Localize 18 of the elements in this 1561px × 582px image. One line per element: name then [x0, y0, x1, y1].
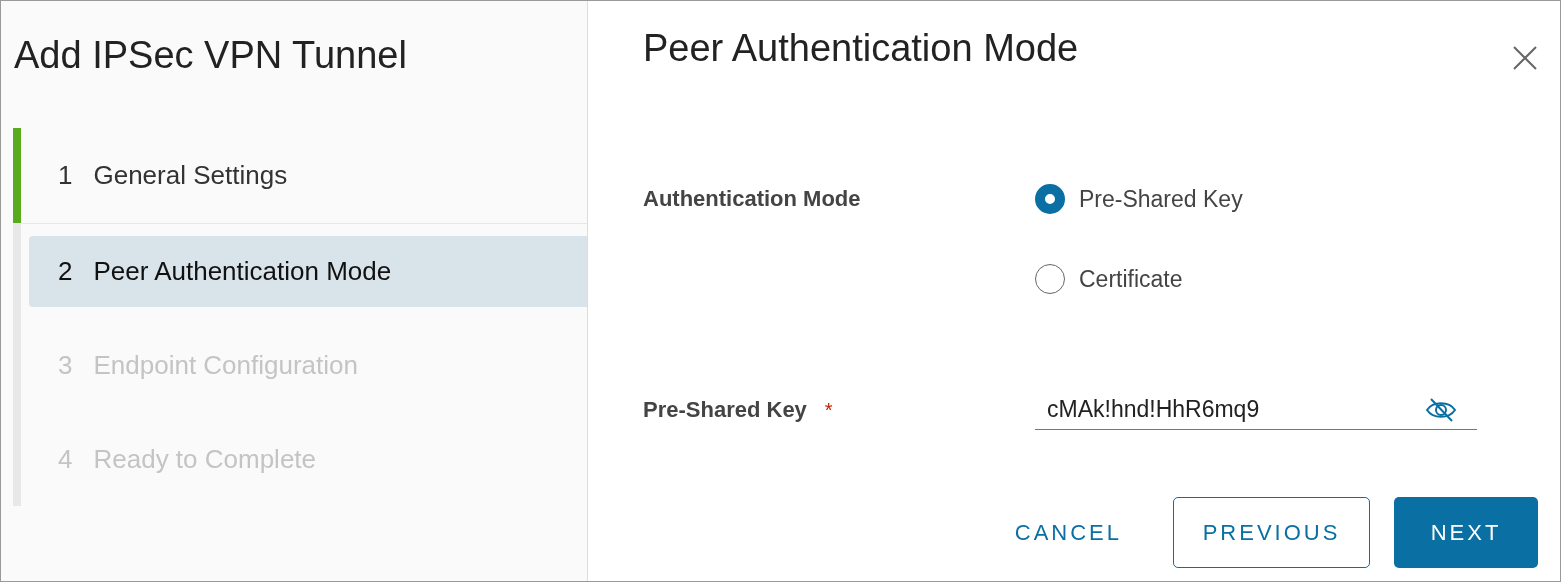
password-field[interactable]: cMAk!hnd!HhR6mq9: [1035, 390, 1477, 430]
wizard-title: Add IPSec VPN Tunnel: [13, 33, 408, 78]
required-mark: *: [824, 398, 833, 422]
radio-label[interactable]: Certificate: [1079, 265, 1183, 293]
radio-button[interactable]: [1035, 184, 1065, 214]
previous-button[interactable]: PREVIOUS: [1173, 497, 1370, 568]
eye-slash-icon[interactable]: [1425, 397, 1457, 423]
close-button[interactable]: [1512, 45, 1538, 71]
field-label: Authentication Mode: [643, 186, 861, 212]
radio-button[interactable]: [1035, 264, 1065, 294]
page-title: Peer Authentication Mode: [643, 27, 1079, 70]
wizard-step[interactable]: 1 General Settings: [29, 140, 587, 211]
wizard-step[interactable]: 2 Peer Authentication Mode: [29, 235, 587, 307]
next-button[interactable]: NEXT: [1394, 497, 1538, 568]
field-label: Pre-Shared Key: [643, 397, 807, 423]
close-icon: [1512, 45, 1538, 71]
radio-label[interactable]: Pre-Shared Key: [1079, 185, 1243, 213]
cancel-button[interactable]: CANCEL: [987, 497, 1149, 568]
